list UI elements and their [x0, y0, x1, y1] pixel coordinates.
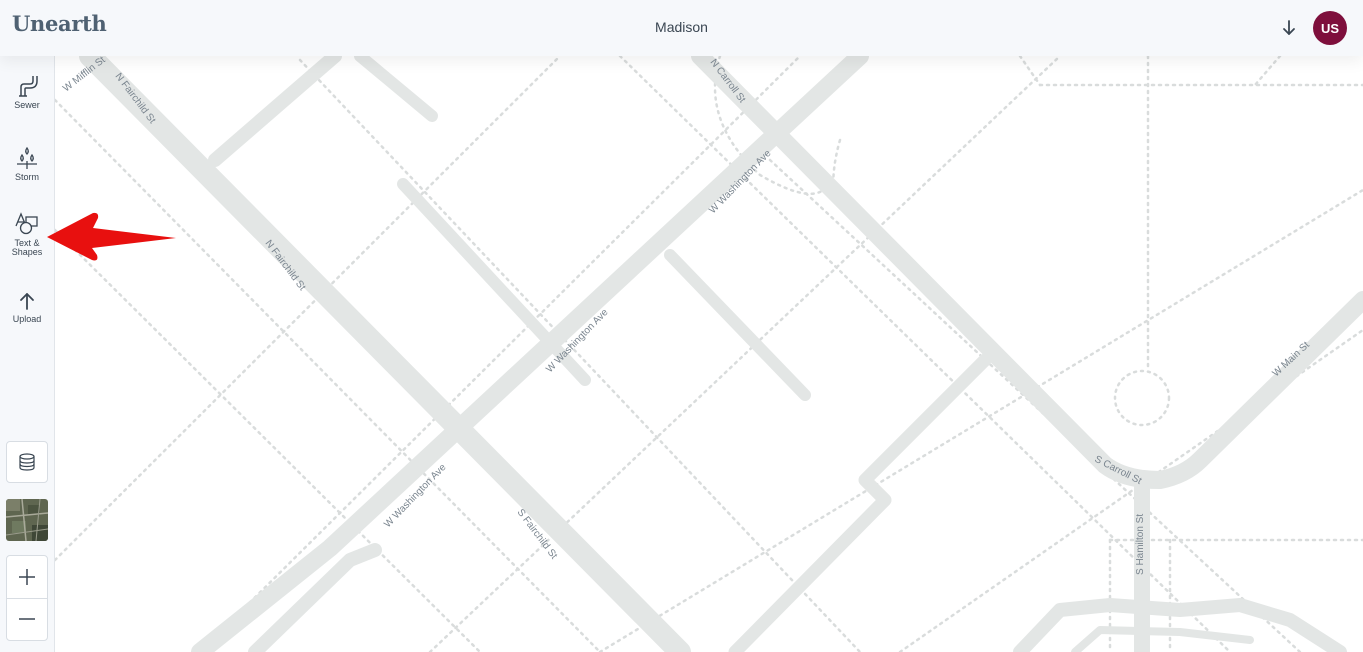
zoom-out-button[interactable] — [7, 598, 47, 640]
storm-tool-label: Storm — [14, 172, 39, 182]
satellite-basemap-toggle[interactable] — [6, 499, 48, 541]
map-canvas[interactable]: W Mifflin St N Fairchild St N Carroll St… — [55, 0, 1363, 652]
sewer-tool-label: Sewer — [14, 100, 40, 110]
sewer-pipe-icon — [19, 76, 38, 97]
download-icon — [1283, 20, 1295, 35]
tool-sidebar: Sewer Storm Text & Shapes Upload — [0, 56, 55, 652]
text-shapes-tool-label: Text & Shapes — [11, 238, 43, 257]
storm-tool-button[interactable]: Storm — [0, 146, 54, 182]
upload-tool-button[interactable]: Upload — [0, 290, 54, 324]
satellite-thumbnail-icon — [6, 499, 48, 541]
text-shapes-tool-button[interactable]: Text & Shapes — [0, 212, 54, 257]
plus-icon — [19, 569, 35, 585]
sewer-tool-button[interactable]: Sewer — [0, 74, 54, 110]
map-title: Madison — [655, 19, 708, 35]
layers-button[interactable] — [6, 441, 48, 483]
layers-stack-icon — [19, 453, 35, 471]
zoom-in-button[interactable] — [7, 556, 47, 599]
zoom-controls — [6, 555, 48, 641]
storm-drops-icon — [17, 146, 37, 169]
upload-tool-label: Upload — [12, 314, 42, 324]
text-shapes-icon — [15, 212, 38, 235]
download-button[interactable] — [1278, 16, 1300, 40]
user-avatar[interactable]: US — [1313, 11, 1347, 45]
upload-arrow-icon — [20, 293, 34, 310]
minus-icon — [19, 618, 35, 620]
street-label: S Hamilton St — [1135, 514, 1146, 575]
top-bar: Unearth Madison US — [0, 0, 1363, 56]
